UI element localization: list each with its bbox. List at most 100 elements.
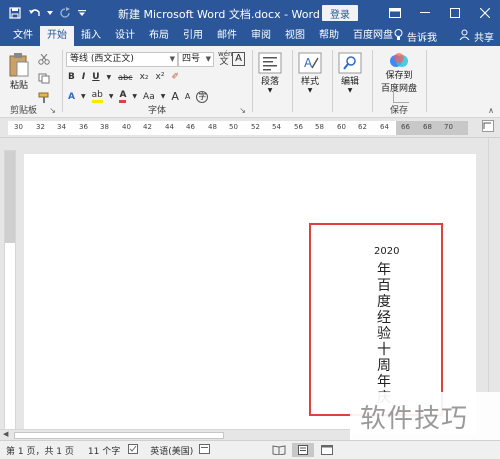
vertical-scrollbar[interactable] <box>488 138 500 429</box>
ruler-tick-label: 44 <box>165 123 174 131</box>
shrink-font-button[interactable]: A <box>185 92 190 101</box>
redo-icon[interactable] <box>56 4 74 22</box>
ribbon-display-icon[interactable] <box>380 0 410 26</box>
group-separator <box>426 50 427 112</box>
tab-home[interactable]: 开始 <box>40 26 74 46</box>
text-effects-icon[interactable]: A <box>68 92 75 102</box>
horizontal-scrollbar[interactable]: ◀ <box>0 429 350 440</box>
group-separator <box>252 50 253 112</box>
share-icon[interactable] <box>459 29 470 43</box>
tab-design[interactable]: 设计 <box>108 26 142 46</box>
quick-access-toolbar <box>0 4 88 22</box>
font-group: 等线 (西文正文) ▼ 四号 ▼ wén 文 A B I U ▼ abc x₂ x… <box>64 48 250 116</box>
customize-qat-icon[interactable] <box>76 4 88 22</box>
clear-formatting-icon[interactable]: ✐ <box>171 72 179 82</box>
italic-button[interactable]: I <box>82 72 85 82</box>
group-separator <box>332 50 333 112</box>
copy-icon[interactable] <box>38 73 50 87</box>
clipboard-launcher-icon[interactable]: ↘ <box>49 106 56 115</box>
tab-view[interactable]: 视图 <box>278 26 312 46</box>
chevron-down-icon[interactable]: ▼ <box>161 93 166 100</box>
ruler-tick-label: 52 <box>251 123 260 131</box>
font-color-icon[interactable]: A <box>119 90 127 103</box>
chevron-down-icon[interactable]: ▼ <box>109 93 114 100</box>
print-layout-icon[interactable] <box>292 443 314 457</box>
chevron-down-icon[interactable]: ▼ <box>132 93 137 100</box>
collapse-ribbon-icon[interactable]: ∧ <box>488 106 494 115</box>
textbox-year: 2020 <box>374 246 400 257</box>
login-button[interactable]: 登录 <box>322 5 358 21</box>
paragraph-button[interactable]: 段落 ▼ <box>258 52 282 94</box>
horizontal-scroll-thumb[interactable] <box>14 432 224 439</box>
tab-mailings[interactable]: 邮件 <box>210 26 244 46</box>
font-size-value: 四号 <box>182 54 201 64</box>
ruler-tick-label: 68 <box>423 123 432 131</box>
chevron-down-icon: ▼ <box>267 87 273 94</box>
save-icon[interactable] <box>6 4 24 22</box>
tell-me-search[interactable]: 告诉我 <box>407 29 437 44</box>
ruler-tick-label: 50 <box>229 123 238 131</box>
chevron-down-icon: ▼ <box>169 55 175 63</box>
macro-icon[interactable] <box>199 443 211 457</box>
bold-button[interactable]: B <box>68 72 75 82</box>
paragraph-label: 段落 <box>260 77 279 87</box>
tab-baidu-netdisk[interactable]: 百度网盘 <box>346 26 400 46</box>
page-count[interactable]: 第 1 页，共 1 页 <box>6 444 74 457</box>
ruler-tick-label: 62 <box>358 123 367 131</box>
share-button[interactable]: 共享 <box>474 29 494 44</box>
cut-icon[interactable] <box>38 53 50 68</box>
tab-right-area: 告诉我 共享 <box>394 26 494 46</box>
read-mode-icon[interactable] <box>268 443 290 457</box>
character-border-icon[interactable]: A <box>232 52 245 66</box>
tab-file[interactable]: 文件 <box>6 26 40 46</box>
strikethrough-button[interactable]: abc <box>118 73 132 82</box>
styles-button[interactable]: A 样式 ▼ <box>298 52 322 94</box>
undo-icon[interactable] <box>26 4 44 22</box>
enclose-characters-icon[interactable]: 字 <box>196 90 209 103</box>
proofing-icon[interactable] <box>128 443 140 457</box>
tab-references[interactable]: 引用 <box>176 26 210 46</box>
close-icon[interactable] <box>470 0 500 26</box>
ruler-toggle-icon[interactable] <box>482 120 494 135</box>
tab-help[interactable]: 帮助 <box>312 26 346 46</box>
horizontal-ruler[interactable]: 30 32 34 36 38 40 42 44 46 48 50 52 54 5… <box>0 118 500 138</box>
chevron-down-icon[interactable]: ▼ <box>81 93 86 100</box>
window-title: 新建 Microsoft Word 文档.docx - Word <box>118 8 320 21</box>
minimize-icon[interactable] <box>410 0 440 26</box>
title-bar: 新建 Microsoft Word 文档.docx - Word 登录 <box>0 0 500 26</box>
font-size-combo[interactable]: 四号 ▼ <box>178 52 214 67</box>
ruler-tick-label: 64 <box>380 123 389 131</box>
phonetic-guide-icon[interactable]: wén 文 <box>218 50 232 67</box>
window-buttons <box>380 0 500 26</box>
word-count[interactable]: 11 个字 <box>88 444 120 457</box>
underline-dropdown-icon[interactable]: ▼ <box>107 74 112 81</box>
undo-dropdown-icon[interactable] <box>46 4 54 22</box>
clipboard-group: 粘贴 剪贴板 ↘ <box>0 48 60 116</box>
web-layout-icon[interactable] <box>316 443 338 457</box>
font-family-value: 等线 (西文正文) <box>70 54 134 64</box>
svg-text:A: A <box>304 56 313 70</box>
view-buttons <box>268 443 338 457</box>
scroll-left-icon[interactable]: ◀ <box>3 430 8 438</box>
tab-layout[interactable]: 布局 <box>142 26 176 46</box>
grow-font-button[interactable]: A <box>171 90 179 103</box>
highlight-icon[interactable]: ab <box>91 90 103 103</box>
chevron-down-icon: ▼ <box>205 55 211 63</box>
ruler-tick-label: 34 <box>57 123 66 131</box>
vertical-ruler[interactable] <box>4 150 16 430</box>
underline-button[interactable]: U <box>92 72 99 82</box>
font-launcher-icon[interactable]: ↘ <box>239 106 246 115</box>
tab-review[interactable]: 审阅 <box>244 26 278 46</box>
maximize-icon[interactable] <box>440 0 470 26</box>
superscript-button[interactable]: x² <box>156 72 165 82</box>
ruler-tick-label: 70 <box>444 123 453 131</box>
ruler-tick-label: 54 <box>272 123 281 131</box>
styles-icon: A <box>298 52 322 74</box>
language-indicator[interactable]: 英语(美国) <box>150 444 193 457</box>
subscript-button[interactable]: x₂ <box>140 72 149 82</box>
font-family-combo[interactable]: 等线 (西文正文) ▼ <box>66 52 178 67</box>
tab-insert[interactable]: 插入 <box>74 26 108 46</box>
paste-button[interactable]: 粘贴 <box>8 52 30 91</box>
editing-button[interactable]: 编辑 ▼ <box>338 52 362 94</box>
change-case-button[interactable]: Aa <box>143 92 155 102</box>
